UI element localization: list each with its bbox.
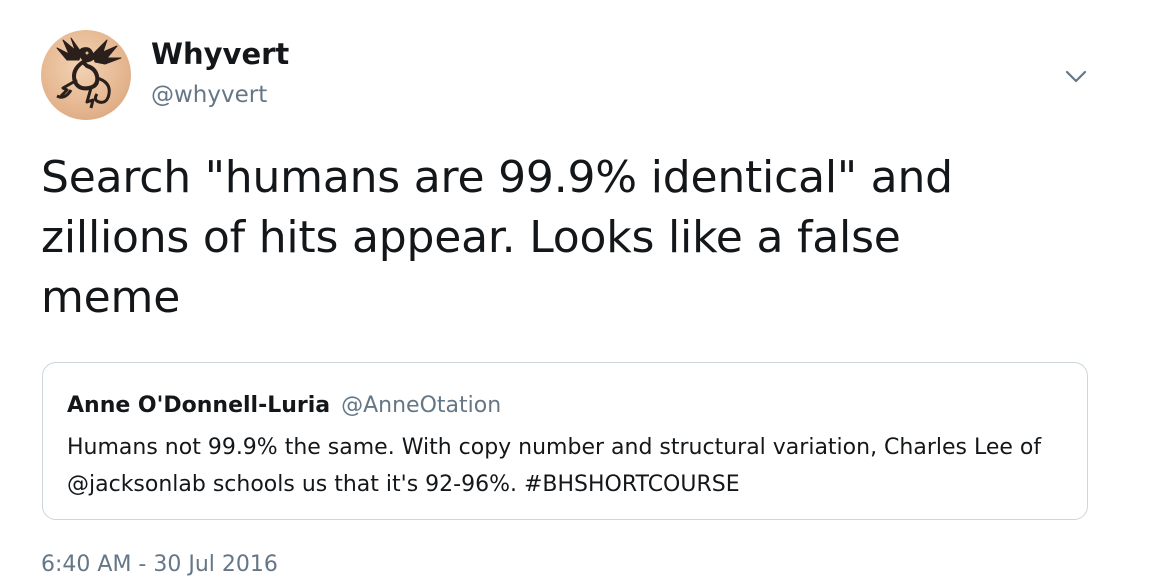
- author-display-name[interactable]: Whyvert: [151, 36, 289, 72]
- chevron-down-icon: [1065, 70, 1087, 83]
- quoted-tweet-card[interactable]: Anne O'Donnell-Luria @AnneOtation Humans…: [42, 362, 1088, 520]
- quoted-author-handle: @AnneOtation: [341, 393, 502, 418]
- quoted-tweet-header: Anne O'Donnell-Luria @AnneOtation: [67, 391, 501, 421]
- tweet-text: Search "humans are 99.9% identical" and …: [41, 152, 953, 323]
- tweet-timestamp[interactable]: 6:40 AM - 30 Jul 2016: [41, 550, 278, 580]
- dragon-avatar-icon: [56, 37, 122, 109]
- avatar[interactable]: [41, 30, 131, 120]
- quoted-author-name: Anne O'Donnell-Luria: [67, 393, 331, 418]
- tweet-menu-button[interactable]: [1062, 62, 1090, 90]
- quoted-tweet-text: Humans not 99.9% the same. With copy num…: [67, 435, 1042, 497]
- author-handle[interactable]: @whyvert: [151, 80, 267, 110]
